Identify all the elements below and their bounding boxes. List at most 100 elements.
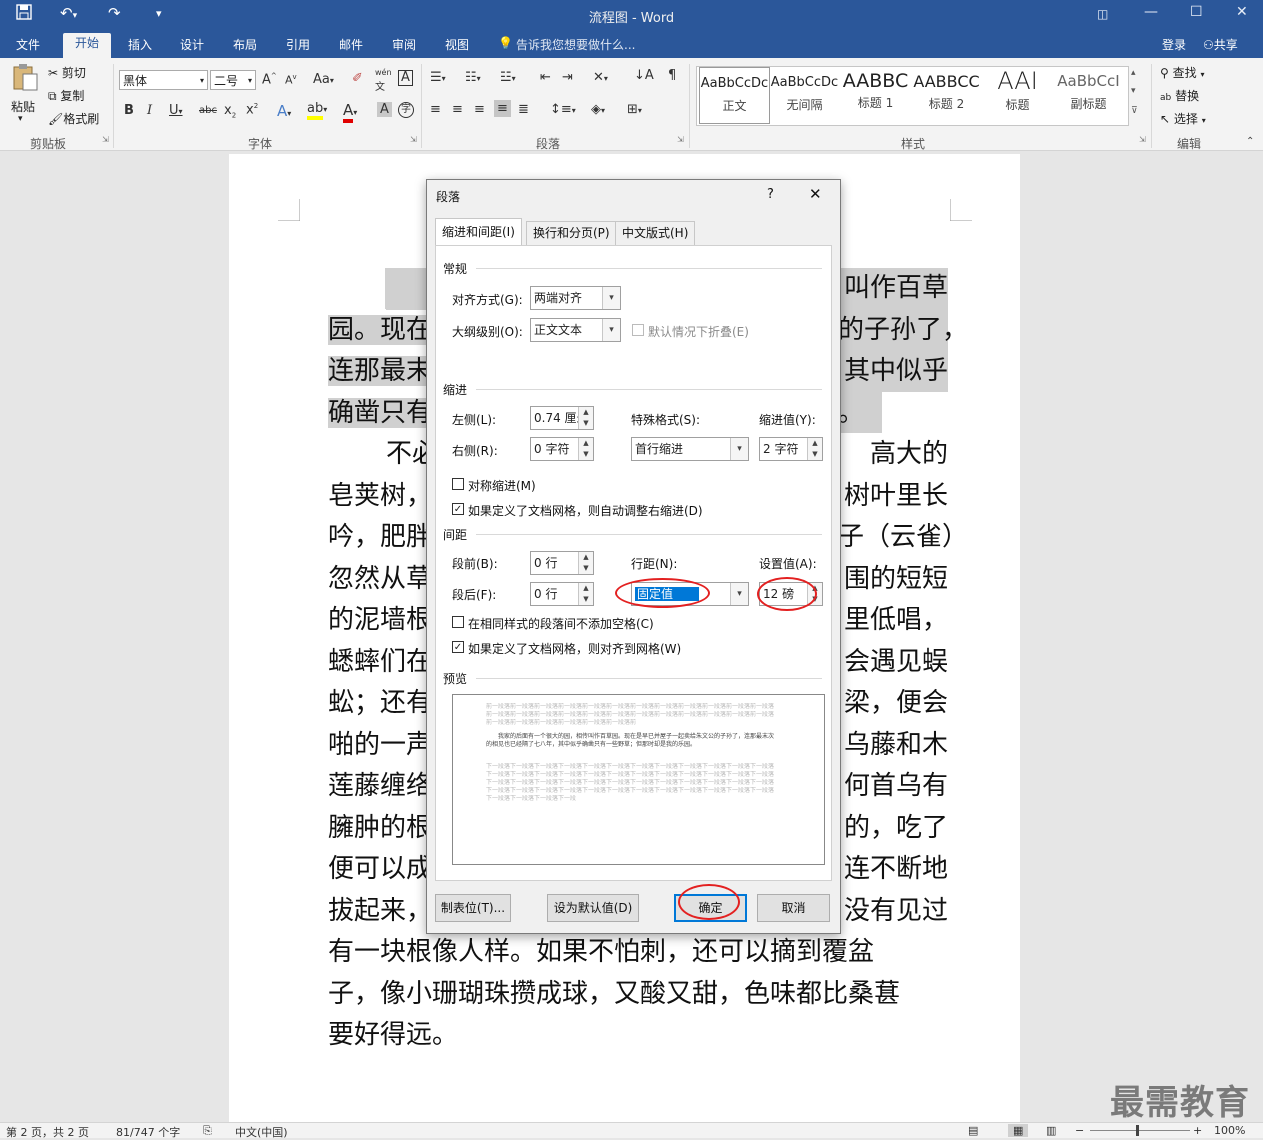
text-effects-icon[interactable]: A▾ <box>277 102 291 120</box>
char-shading-icon[interactable]: A <box>377 102 392 117</box>
snap-grid-checkbox[interactable]: ✓ <box>452 641 464 653</box>
web-layout-icon[interactable]: ▥ <box>1046 1124 1056 1137</box>
tab-insert[interactable]: 插入 <box>128 36 152 53</box>
mirror-indents-checkbox[interactable] <box>452 478 464 490</box>
style-normal[interactable]: AaBbCcDc 正文 <box>699 67 770 124</box>
zoom-in-icon[interactable]: + <box>1193 1124 1202 1137</box>
minimize-icon[interactable]: — <box>1144 4 1158 20</box>
increase-indent-icon[interactable]: ⇥ <box>562 70 573 85</box>
space-before-input[interactable]: 0 行 ▲ ▼ <box>530 551 594 575</box>
align-center-icon[interactable]: ≡ <box>452 102 463 117</box>
decrease-indent-icon[interactable]: ⇤ <box>540 70 551 85</box>
tab-view[interactable]: 视图 <box>445 36 469 53</box>
zoom-thumb[interactable] <box>1136 1125 1139 1136</box>
zoom-out-icon[interactable]: − <box>1075 1124 1084 1137</box>
italic-icon[interactable]: I <box>147 103 152 118</box>
login-link[interactable]: 登录 <box>1162 36 1186 53</box>
show-marks-icon[interactable]: ¶ <box>668 68 676 83</box>
font-size-select[interactable]: 二号 ▾ <box>210 70 256 90</box>
sort-icon[interactable]: ↓A <box>634 68 654 83</box>
spin-up-icon[interactable]: ▲ <box>578 583 593 594</box>
tab-mailings[interactable]: 邮件 <box>339 36 363 53</box>
document-text-right[interactable]: 叫作百草 的子孙了， 其中似乎 。 高大的 树叶里长 子（云雀） 围的短短 里低… <box>838 268 968 932</box>
spin-down-icon[interactable]: ▼ <box>807 449 822 460</box>
underline-icon[interactable]: U▾ <box>169 103 183 118</box>
font-color-icon[interactable]: A▾ <box>343 101 357 123</box>
spin-down-icon[interactable]: ▼ <box>578 563 593 574</box>
share-button[interactable]: ⚇共享 <box>1203 36 1238 53</box>
tab-design[interactable]: 设计 <box>180 36 204 53</box>
shrink-font-icon[interactable]: Av <box>285 73 297 87</box>
paste-button[interactable] <box>10 62 40 95</box>
find-button[interactable]: ⚲ 查找 ▾ <box>1160 64 1204 81</box>
spin-up-icon[interactable]: ▲ <box>807 438 822 449</box>
tab-review[interactable]: 审阅 <box>392 36 416 53</box>
language[interactable]: 中文(中国) <box>235 1124 288 1140</box>
superscript-icon[interactable]: x2 <box>246 102 258 117</box>
font-name-select[interactable]: 黑体 ▾ <box>119 70 208 90</box>
set-default-button[interactable]: 设为默认值(D) <box>547 894 639 922</box>
bullets-icon[interactable]: ☰▾ <box>430 70 446 85</box>
replace-button[interactable]: ab 替换 <box>1160 87 1199 104</box>
outline-level-select[interactable]: 正文文本 ▾ <box>530 318 621 342</box>
document-text-bottom[interactable]: 有一块根像人样。如果不怕刺，还可以摘到覆盆 子，像小珊瑚珠攒成球，又酸又甜，色味… <box>328 932 948 1057</box>
spin-up-icon[interactable]: ▲ <box>578 438 593 449</box>
cancel-button[interactable]: 取消 <box>757 894 830 922</box>
bold-icon[interactable]: B <box>124 103 134 118</box>
space-after-input[interactable]: 0 行 ▲ ▼ <box>530 582 594 606</box>
align-left-icon[interactable]: ≡ <box>430 102 441 117</box>
copy-button[interactable]: ⧉ 复制 <box>48 87 84 104</box>
word-count[interactable]: 81/747 个字 <box>116 1124 180 1140</box>
zoom-slider[interactable] <box>1090 1130 1190 1131</box>
borders-icon[interactable]: ⊞▾ <box>627 102 642 117</box>
multilevel-list-icon[interactable]: ☳▾ <box>500 70 516 85</box>
style-heading-1[interactable]: AABBC 标题 1 <box>841 67 910 122</box>
font-launcher-icon[interactable]: ⇲ <box>410 135 417 144</box>
clipboard-launcher-icon[interactable]: ⇲ <box>102 135 109 144</box>
tell-me-input[interactable]: 告诉我您想要做什么... <box>516 36 635 53</box>
strikethrough-icon[interactable]: abc <box>199 105 217 116</box>
format-painter-button[interactable]: 🖌格式刷 <box>48 110 99 127</box>
distribute-icon[interactable]: ≣ <box>518 102 529 117</box>
change-case-button[interactable]: Aa▾ <box>313 72 334 87</box>
ribbon-display-icon[interactable]: ◫ <box>1097 7 1108 21</box>
paragraph-launcher-icon[interactable]: ⇲ <box>677 135 684 144</box>
tab-references[interactable]: 引用 <box>286 36 310 53</box>
paste-dropdown-icon[interactable]: ▾ <box>18 114 23 124</box>
special-indent-select[interactable]: 首行缩进 ▾ <box>631 437 749 461</box>
cut-button[interactable]: ✂ 剪切 <box>48 64 86 81</box>
char-border-icon[interactable]: A <box>398 70 413 86</box>
phonetic-guide-icon[interactable]: wén 文 <box>375 67 392 93</box>
spin-up-icon[interactable]: ▲ <box>578 552 593 563</box>
close-icon[interactable]: ✕ <box>1236 4 1248 20</box>
maximize-icon[interactable]: ☐ <box>1190 4 1203 20</box>
collapse-ribbon-icon[interactable]: ⌃ <box>1246 136 1254 147</box>
spin-up-icon[interactable]: ▲ <box>578 407 593 418</box>
spin-down-icon[interactable]: ▼ <box>578 418 593 429</box>
numbering-icon[interactable]: ☷▾ <box>465 70 481 85</box>
help-button[interactable]: ? <box>767 187 774 202</box>
tab-line-page-breaks[interactable]: 换行和分页(P) <box>526 221 617 245</box>
indent-by-input[interactable]: 2 字符 ▲ ▼ <box>759 437 823 461</box>
tab-home[interactable]: 开始 <box>63 33 112 58</box>
alignment-select[interactable]: 两端对齐 ▾ <box>530 286 621 310</box>
styles-launcher-icon[interactable]: ⇲ <box>1139 135 1146 144</box>
auto-adjust-checkbox[interactable]: ✓ <box>452 503 464 515</box>
no-space-checkbox[interactable] <box>452 616 464 628</box>
style-no-spacing[interactable]: AaBbCcDc 无间隔 <box>770 67 839 122</box>
styles-scroll-up-icon[interactable]: ▴ <box>1131 68 1136 78</box>
clear-format-icon[interactable]: ✐ <box>352 71 363 86</box>
left-indent-input[interactable]: 0.74 厘米 ▲ ▼ <box>530 406 594 430</box>
zoom-level[interactable]: 100% <box>1214 1124 1245 1137</box>
justify-icon[interactable]: ≡ <box>494 100 511 117</box>
enclose-char-icon[interactable]: 字 <box>398 102 414 118</box>
styles-more-icon[interactable]: ⊽ <box>1131 106 1138 116</box>
right-indent-input[interactable]: 0 字符 ▲ ▼ <box>530 437 594 461</box>
align-right-icon[interactable]: ≡ <box>474 102 485 117</box>
subscript-icon[interactable]: x2 <box>224 103 236 120</box>
close-icon[interactable]: ✕ <box>809 185 822 203</box>
tab-asian-typography[interactable]: 中文版式(H) <box>615 221 696 245</box>
proofing-icon[interactable]: ⎘ <box>203 1124 212 1138</box>
style-subtitle[interactable]: AaBbCcI 副标题 <box>1054 67 1123 122</box>
read-mode-icon[interactable]: ▤ <box>968 1124 978 1137</box>
